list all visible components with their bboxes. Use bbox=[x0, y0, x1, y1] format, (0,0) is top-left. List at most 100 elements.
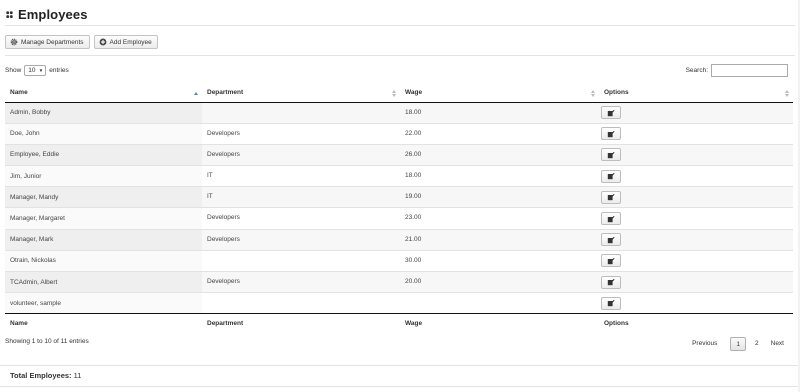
cell-name: Employee, Eddie bbox=[5, 143, 202, 166]
edit-button[interactable] bbox=[601, 233, 621, 247]
toolbar-divider bbox=[5, 55, 795, 56]
total-label: Total Employees: bbox=[10, 371, 72, 380]
cell-wage: 19.00 bbox=[400, 186, 599, 208]
cell-options bbox=[599, 207, 793, 230]
edit-button[interactable] bbox=[601, 169, 621, 183]
cell-department: Developers bbox=[202, 228, 400, 251]
cell-name: TCAdmin, Albert bbox=[5, 270, 202, 293]
manage-departments-button[interactable]: Manage Departments bbox=[5, 35, 90, 49]
edit-button[interactable] bbox=[601, 254, 621, 268]
column-header-options[interactable]: Options bbox=[599, 84, 793, 103]
search-box: Search: bbox=[686, 64, 788, 77]
table-footer-row: Name Department Wage Options bbox=[5, 313, 793, 333]
edit-icon bbox=[607, 194, 615, 201]
cell-wage: 18.00 bbox=[400, 101, 599, 124]
sort-icon bbox=[784, 89, 789, 97]
column-header-name[interactable]: Name bbox=[5, 84, 202, 103]
edit-icon bbox=[607, 172, 615, 180]
edit-icon bbox=[607, 300, 615, 307]
cell-department: Developers bbox=[202, 207, 400, 230]
toolbar: Manage Departments Add Employee bbox=[5, 35, 158, 49]
table-row: Admin, Bobby 18.00 bbox=[5, 101, 793, 124]
add-employee-button[interactable]: Add Employee bbox=[93, 35, 158, 49]
cell-department: Developers bbox=[202, 143, 400, 166]
search-input[interactable] bbox=[711, 64, 788, 77]
edit-button[interactable] bbox=[601, 275, 621, 289]
pagination-page-1[interactable]: 1 bbox=[730, 337, 746, 351]
column-header-label: Options bbox=[604, 89, 629, 97]
cell-name: Manager, Margaret bbox=[5, 207, 202, 230]
users-icon bbox=[6, 10, 13, 18]
length-menu: Show 10 ▼ entries bbox=[5, 65, 69, 76]
table-row: Manager, Mark Developers 21.00 bbox=[5, 228, 793, 251]
bottom-divider bbox=[0, 386, 800, 387]
sort-ascending-icon bbox=[193, 89, 198, 97]
entries-select-value: 10 bbox=[28, 67, 36, 74]
add-employee-label: Add Employee bbox=[109, 38, 152, 46]
column-header-label: Name bbox=[10, 89, 28, 97]
cell-name: Manager, Mandy bbox=[5, 186, 202, 208]
footer-header-options: Options bbox=[599, 313, 793, 333]
cell-department: Developers bbox=[202, 122, 400, 145]
cell-department bbox=[202, 292, 400, 314]
cell-name: Manager, Mark bbox=[5, 228, 202, 251]
page-title: Employees bbox=[18, 6, 88, 22]
cell-options bbox=[599, 143, 793, 166]
total-value: 11 bbox=[73, 371, 82, 380]
column-header-label: Department bbox=[207, 89, 244, 97]
column-header-label: Wage bbox=[405, 89, 423, 97]
edit-button[interactable] bbox=[601, 190, 621, 204]
chevron-down-icon: ▼ bbox=[38, 68, 44, 73]
edit-button[interactable] bbox=[601, 148, 621, 162]
pagination-next[interactable]: Next bbox=[765, 337, 790, 351]
cell-name: volunteer, sample bbox=[5, 292, 202, 314]
footer-header-name: Name bbox=[5, 313, 202, 333]
cell-options bbox=[599, 249, 793, 272]
cell-department: Developers bbox=[202, 270, 400, 293]
table-row: Employee, Eddie Developers 26.00 bbox=[5, 143, 793, 166]
table-row: Manager, Mandy IT 19.00 bbox=[5, 186, 793, 208]
column-header-wage[interactable]: Wage bbox=[400, 84, 599, 103]
edit-button[interactable] bbox=[601, 296, 621, 310]
page-header: Employees bbox=[5, 6, 88, 22]
edit-button[interactable] bbox=[601, 212, 621, 226]
table-header-row: Name Department Wage Options bbox=[5, 84, 793, 103]
cell-department: IT bbox=[202, 186, 400, 208]
edit-icon bbox=[607, 257, 615, 265]
footer-header-wage: Wage bbox=[400, 313, 599, 333]
cell-name: Admin, Bobby bbox=[5, 101, 202, 124]
column-header-department[interactable]: Department bbox=[202, 84, 400, 103]
cell-department bbox=[202, 249, 400, 272]
gear-icon bbox=[10, 38, 18, 46]
cell-options bbox=[599, 292, 793, 314]
table-row: Otrain, Nickolas 30.00 bbox=[5, 249, 793, 272]
cell-wage bbox=[400, 292, 599, 314]
cell-options bbox=[599, 101, 793, 124]
manage-departments-label: Manage Departments bbox=[21, 38, 84, 46]
length-suffix: entries bbox=[49, 67, 69, 74]
table-row: TCAdmin, Albert Developers 20.00 bbox=[5, 270, 793, 293]
cell-wage: 23.00 bbox=[400, 207, 599, 230]
cell-options bbox=[599, 186, 793, 208]
footer-divider bbox=[0, 365, 800, 366]
cell-wage: 20.00 bbox=[400, 270, 599, 293]
table-row: Jim, Junior IT 18.00 bbox=[5, 165, 793, 187]
total-employees: Total Employees: 11 bbox=[10, 371, 81, 380]
edit-button[interactable] bbox=[601, 127, 621, 141]
edit-icon bbox=[607, 278, 615, 286]
cell-wage: 21.00 bbox=[400, 228, 599, 251]
table-row: Manager, Margaret Developers 23.00 bbox=[5, 207, 793, 230]
pagination-previous[interactable]: Previous bbox=[686, 337, 723, 351]
cell-department: IT bbox=[202, 165, 400, 187]
entries-select[interactable]: 10 ▼ bbox=[24, 65, 47, 76]
plus-circle-icon bbox=[99, 38, 106, 46]
cell-wage: 22.00 bbox=[400, 122, 599, 145]
edit-icon bbox=[607, 151, 615, 159]
cell-name: Otrain, Nickolas bbox=[5, 249, 202, 272]
edit-icon bbox=[607, 236, 615, 243]
title-divider bbox=[5, 25, 795, 26]
edit-button[interactable] bbox=[601, 106, 621, 120]
cell-options bbox=[599, 270, 793, 293]
cell-wage: 18.00 bbox=[400, 165, 599, 187]
pagination-page-2[interactable]: 2 bbox=[749, 337, 765, 351]
